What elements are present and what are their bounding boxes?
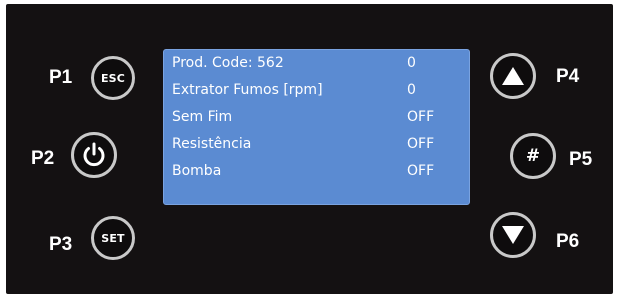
display-row: Prod. Code: 562 0 xyxy=(172,52,451,74)
p3-label: P3 xyxy=(49,234,73,255)
row-value: OFF xyxy=(407,109,435,125)
p4-label: P4 xyxy=(556,66,580,87)
p1-label: P1 xyxy=(49,67,73,88)
row-label: Extrator Fumos [rpm] xyxy=(172,82,323,98)
lcd-display: Prod. Code: 562 0 Extrator Fumos [rpm] 0… xyxy=(163,49,470,205)
display-row: Resistência OFF xyxy=(172,133,451,155)
display-row: Extrator Fumos [rpm] 0 xyxy=(172,79,451,101)
row-label: Prod. Code: 562 xyxy=(172,55,284,71)
hash-button-text: # xyxy=(525,146,541,166)
row-label: Resistência xyxy=(172,136,252,152)
arrow-up-icon xyxy=(502,67,524,85)
display-row: Sem Fim OFF xyxy=(172,106,451,128)
esc-button-text: ESC xyxy=(100,71,126,85)
p6-label: P6 xyxy=(556,231,580,252)
up-button[interactable] xyxy=(490,53,536,99)
row-value: 0 xyxy=(407,55,416,71)
control-panel: P1 ESC P2 P3 SET Prod. Code: 562 0 Extra… xyxy=(6,4,613,294)
down-button[interactable] xyxy=(490,212,536,258)
set-button[interactable]: SET xyxy=(91,216,135,260)
row-value: 0 xyxy=(407,82,416,98)
row-label: Bomba xyxy=(172,163,222,179)
esc-button[interactable]: ESC xyxy=(91,56,135,100)
row-value: OFF xyxy=(407,136,435,152)
row-label: Sem Fim xyxy=(172,109,233,125)
power-icon xyxy=(83,142,105,167)
row-value: OFF xyxy=(407,163,435,179)
p5-label: P5 xyxy=(569,149,593,170)
set-button-text: SET xyxy=(101,231,125,245)
power-button[interactable] xyxy=(71,132,117,178)
p2-label: P2 xyxy=(31,148,55,169)
arrow-down-icon xyxy=(502,226,524,244)
hash-button[interactable]: # xyxy=(510,133,556,179)
display-row: Bomba OFF xyxy=(172,160,451,182)
